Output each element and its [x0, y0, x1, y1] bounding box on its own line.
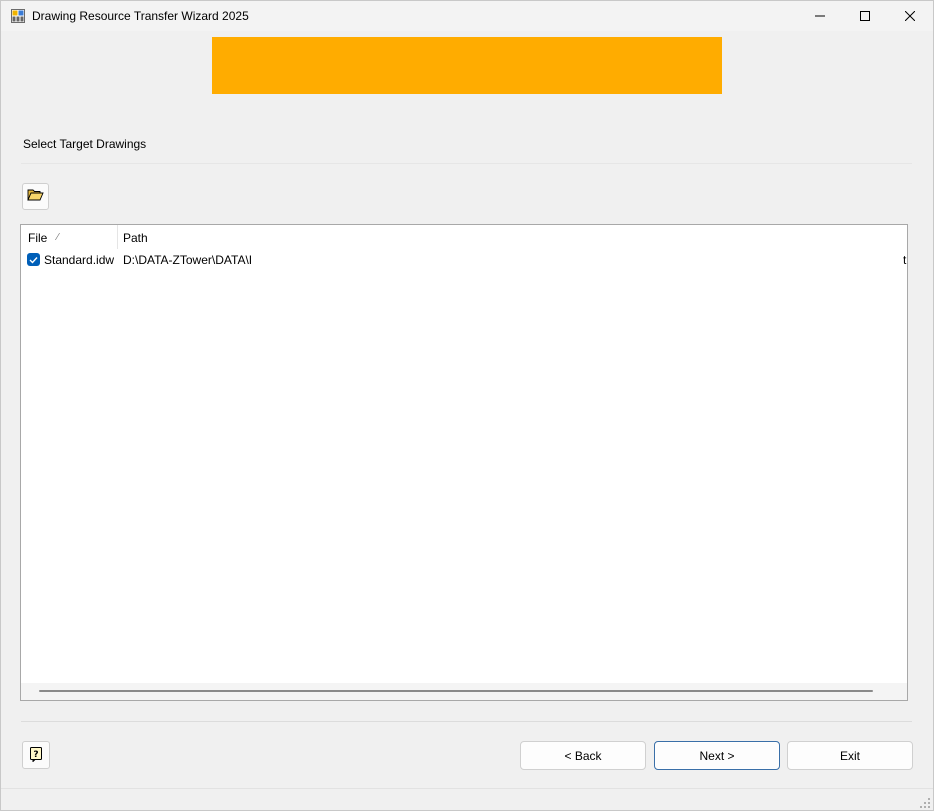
- sort-indicator-icon: ⁄: [57, 232, 59, 243]
- scrollbar-thumb[interactable]: [39, 690, 873, 692]
- minimize-icon: [815, 11, 825, 21]
- minimize-button[interactable]: [797, 1, 843, 31]
- window-title: Drawing Resource Transfer Wizard 2025: [32, 9, 249, 23]
- file-name: Standard.idw: [44, 253, 115, 267]
- row-checkbox[interactable]: [27, 253, 40, 266]
- file-path: D:\DATA-ZTower\DATA\I: [123, 253, 253, 267]
- title-bar[interactable]: Drawing Resource Transfer Wizard 2025: [1, 1, 933, 31]
- grid-app-icon: [11, 9, 25, 23]
- resize-grip-icon[interactable]: [919, 797, 931, 809]
- help-button[interactable]: ?: [22, 741, 50, 769]
- close-icon: [905, 11, 915, 21]
- list-item[interactable]: Standard.idw D:\DATA-ZTower\DATA\I t: [21, 251, 907, 269]
- divider: [21, 721, 912, 722]
- svg-text:?: ?: [33, 750, 38, 760]
- open-drawings-button[interactable]: [22, 183, 49, 210]
- help-icon: ?: [28, 746, 44, 765]
- divider: [21, 163, 912, 164]
- column-header-path[interactable]: Path: [123, 231, 148, 245]
- next-button[interactable]: Next >: [654, 741, 780, 770]
- drawings-list[interactable]: File ⁄ Path Standard.idw D:\DATA-ZTower\…: [20, 224, 908, 701]
- column-header-file[interactable]: File: [28, 231, 47, 245]
- close-button[interactable]: [887, 1, 933, 31]
- status-bar: [1, 788, 933, 810]
- list-header: File ⁄ Path: [21, 225, 907, 249]
- folder-open-icon: [27, 188, 44, 205]
- horizontal-scrollbar[interactable]: [21, 683, 907, 700]
- section-label: Select Target Drawings: [23, 137, 147, 151]
- header-banner: [212, 37, 722, 94]
- column-divider[interactable]: [117, 225, 118, 249]
- wizard-window: Drawing Resource Transfer Wizard 2025 Se…: [0, 0, 934, 811]
- trailing-column-text: t: [903, 253, 907, 267]
- maximize-icon: [860, 11, 870, 21]
- exit-button[interactable]: Exit: [787, 741, 913, 770]
- back-button[interactable]: < Back: [520, 741, 646, 770]
- maximize-button[interactable]: [842, 1, 888, 31]
